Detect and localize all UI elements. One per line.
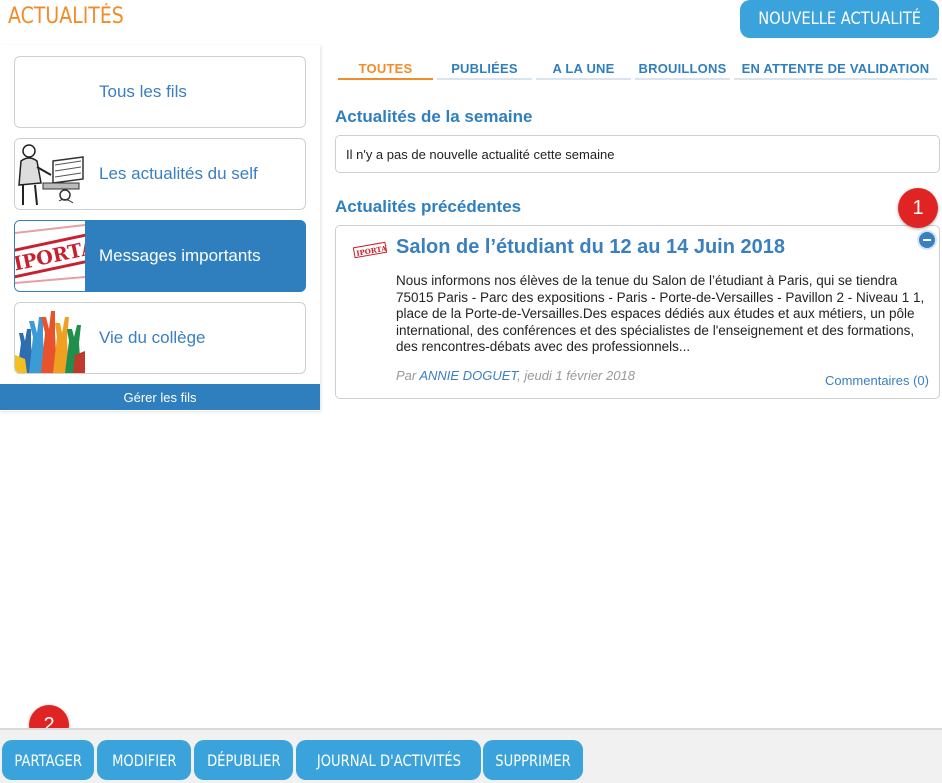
page-title: ACTUALITÉS bbox=[8, 4, 124, 29]
news-card[interactable]: IPORTAN Salon de l’étudiant du 12 au 14 … bbox=[335, 225, 940, 399]
tab-headline[interactable]: A LA UNE bbox=[536, 58, 631, 80]
unpublish-label: DÉPUBLIER bbox=[206, 750, 281, 770]
important-stamp-icon: IPORTAN bbox=[15, 221, 85, 291]
news-date: , jeudi 1 février 2018 bbox=[517, 368, 635, 383]
comments-link[interactable]: Commentaires (0) bbox=[825, 373, 929, 388]
sidebar-item-label: Vie du collège bbox=[99, 328, 206, 347]
raised-hands-icon bbox=[15, 303, 85, 373]
edit-button[interactable]: MODIFIER bbox=[97, 740, 191, 780]
sidebar-item-label: Les actualités du self bbox=[99, 164, 258, 183]
unpublish-button[interactable]: DÉPUBLIER bbox=[194, 740, 293, 780]
week-news-heading: Actualités de la semaine bbox=[335, 107, 533, 126]
edit-label: MODIFIER bbox=[111, 750, 177, 770]
sidebar-item-label: Messages importants bbox=[99, 246, 261, 265]
news-author-link[interactable]: ANNIE DOGUET bbox=[419, 368, 517, 383]
share-label: PARTAGER bbox=[14, 750, 82, 770]
news-title[interactable]: Salon de l’étudiant du 12 au 14 Juin 201… bbox=[396, 236, 785, 259]
important-stamp-icon: IPORTAN bbox=[353, 241, 387, 259]
news-excerpt: Nous informons nos élèves de la tenue du… bbox=[396, 273, 925, 354]
feeds-sidebar: Tous les fils Les actualités du self IPO… bbox=[0, 45, 320, 411]
tab-published[interactable]: PUBLIÉES bbox=[437, 58, 532, 80]
sidebar-item-self-news[interactable]: Les actualités du self bbox=[14, 138, 306, 210]
news-meta: Par ANNIE DOGUET, jeudi 1 février 2018 bbox=[396, 368, 635, 383]
week-news-empty-message: Il n'y a pas de nouvelle actualité cette… bbox=[335, 135, 940, 173]
new-article-label: NOUVELLE ACTUALITÉ bbox=[758, 9, 921, 29]
sidebar-item-important-messages[interactable]: IPORTAN Messages importants bbox=[14, 220, 306, 292]
cafeteria-drawing-icon bbox=[15, 139, 85, 209]
activity-log-label: JOURNAL D'ACTIVITÉS bbox=[316, 750, 461, 770]
sidebar-item-school-life[interactable]: Vie du collège bbox=[14, 302, 306, 374]
app-root: ACTUALITÉS NOUVELLE ACTUALITÉ Tous les f… bbox=[0, 0, 942, 783]
delete-button[interactable]: SUPPRIMER bbox=[483, 740, 583, 780]
manage-feeds-link[interactable]: Gérer les fils bbox=[0, 384, 320, 410]
news-meta-prefix: Par bbox=[396, 368, 420, 383]
share-button[interactable]: PARTAGER bbox=[2, 740, 94, 780]
new-article-button[interactable]: NOUVELLE ACTUALITÉ bbox=[740, 0, 939, 38]
sidebar-item-all-feeds[interactable]: Tous les fils bbox=[14, 56, 306, 128]
collapse-icon[interactable] bbox=[917, 230, 937, 250]
tab-drafts[interactable]: BROUILLONS bbox=[635, 58, 730, 80]
activity-log-button[interactable]: JOURNAL D'ACTIVITÉS bbox=[296, 740, 481, 780]
annotation-marker: 1 bbox=[898, 188, 938, 228]
sidebar-item-label: Tous les fils bbox=[99, 82, 187, 101]
previous-news-heading: Actualités précédentes bbox=[335, 197, 522, 216]
delete-label: SUPPRIMER bbox=[495, 750, 571, 770]
tab-pending-validation[interactable]: EN ATTENTE DE VALIDATION bbox=[734, 58, 937, 80]
tab-all[interactable]: TOUTES bbox=[338, 58, 433, 80]
